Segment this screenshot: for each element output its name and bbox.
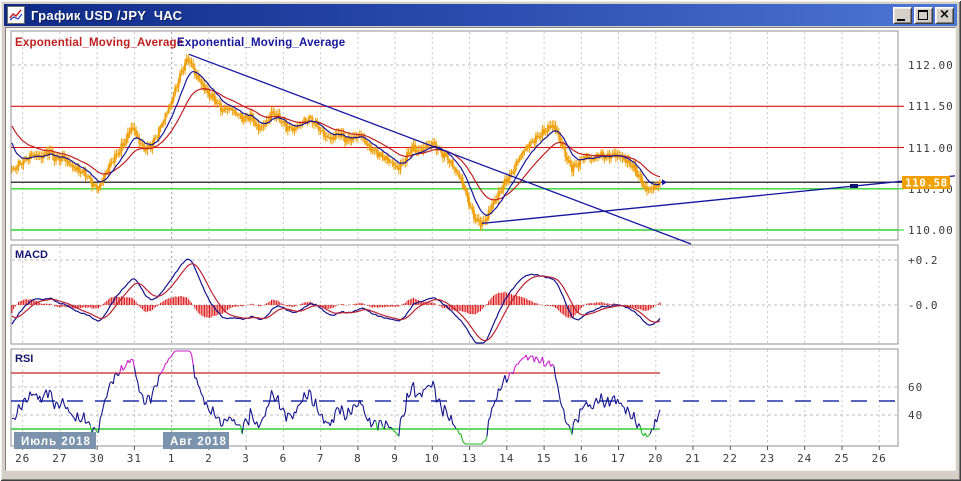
x-axis-label: 25 [834, 452, 849, 465]
macd-tick-plus02: +0.2 [908, 254, 939, 267]
macd-tick-zero: -0.0 [908, 299, 939, 312]
x-axis-label: 15 [536, 452, 551, 465]
price-tick-112.00: 112.00 [908, 59, 954, 72]
x-axis-label: 23 [760, 452, 775, 465]
title-bar[interactable]: График USD /JPY ЧАС × [4, 4, 957, 26]
chart-window: График USD /JPY ЧАС × 262730311236789101… [0, 0, 961, 481]
x-axis-label: 27 [52, 452, 67, 465]
x-axis-label: 20 [648, 452, 663, 465]
close-button[interactable]: × [935, 7, 954, 24]
x-axis-label: 21 [685, 452, 700, 465]
price-tick-110.00: 110.00 [908, 224, 954, 237]
macd-label: MACD [15, 249, 48, 261]
minimize-button[interactable] [893, 7, 912, 24]
minimize-icon [897, 19, 905, 21]
legend-ema-red: Exponential_Moving_Average [15, 37, 183, 49]
chart-document-icon [7, 6, 25, 24]
month-badge-july: Июль 2018 [14, 432, 96, 449]
x-axis-label: 2 [205, 452, 213, 465]
chart-canvas[interactable]: 2627303112367891013141516172021222324252… [6, 28, 955, 470]
trendline-handle[interactable] [850, 184, 858, 188]
x-axis-label: 9 [391, 452, 399, 465]
close-icon: × [936, 7, 953, 22]
last-price-value: 110.58 [905, 177, 948, 190]
window-title: График USD /JPY ЧАС [31, 8, 182, 23]
x-axis-label: 3 [242, 452, 250, 465]
rsi-tick-40: 40 [908, 409, 923, 422]
chart-content: 2627303112367891013141516172021222324252… [5, 27, 956, 471]
x-axis-label: 24 [797, 452, 812, 465]
maximize-button[interactable] [914, 7, 933, 24]
x-axis-label: 1 [168, 452, 176, 465]
rsi-panel[interactable] [11, 349, 898, 446]
x-axis-label: 8 [354, 452, 362, 465]
x-axis-label: 17 [611, 452, 626, 465]
x-axis-label: 22 [723, 452, 738, 465]
x-axis-label: 16 [574, 452, 589, 465]
x-axis-label: 7 [317, 452, 325, 465]
svg-text:Авг 2018: Авг 2018 [170, 436, 227, 448]
x-axis-label: 30 [90, 452, 105, 465]
price-tick-111.00: 111.00 [908, 142, 954, 155]
price-panel[interactable] [11, 31, 898, 240]
x-axis-label: 26 [872, 452, 887, 465]
rsi-tick-60: 60 [908, 381, 923, 394]
price-tick-111.50: 111.50 [908, 100, 954, 113]
x-axis-label: 26 [15, 452, 30, 465]
rsi-label: RSI [15, 353, 33, 365]
legend-ema-blue: Exponential_Moving_Average [177, 37, 345, 49]
x-axis-label: 10 [425, 452, 440, 465]
x-axis-label: 14 [499, 452, 514, 465]
x-axis-label: 31 [127, 452, 142, 465]
last-price-tag: 110.58 [902, 176, 950, 190]
x-axis-label: 6 [280, 452, 288, 465]
x-axis-label: 13 [462, 452, 477, 465]
svg-text:Июль 2018: Июль 2018 [21, 436, 91, 448]
month-badge-aug: Авг 2018 [163, 432, 229, 449]
maximize-icon [918, 10, 928, 20]
x-axis: 2627303112367891013141516172021222324252… [15, 446, 887, 465]
